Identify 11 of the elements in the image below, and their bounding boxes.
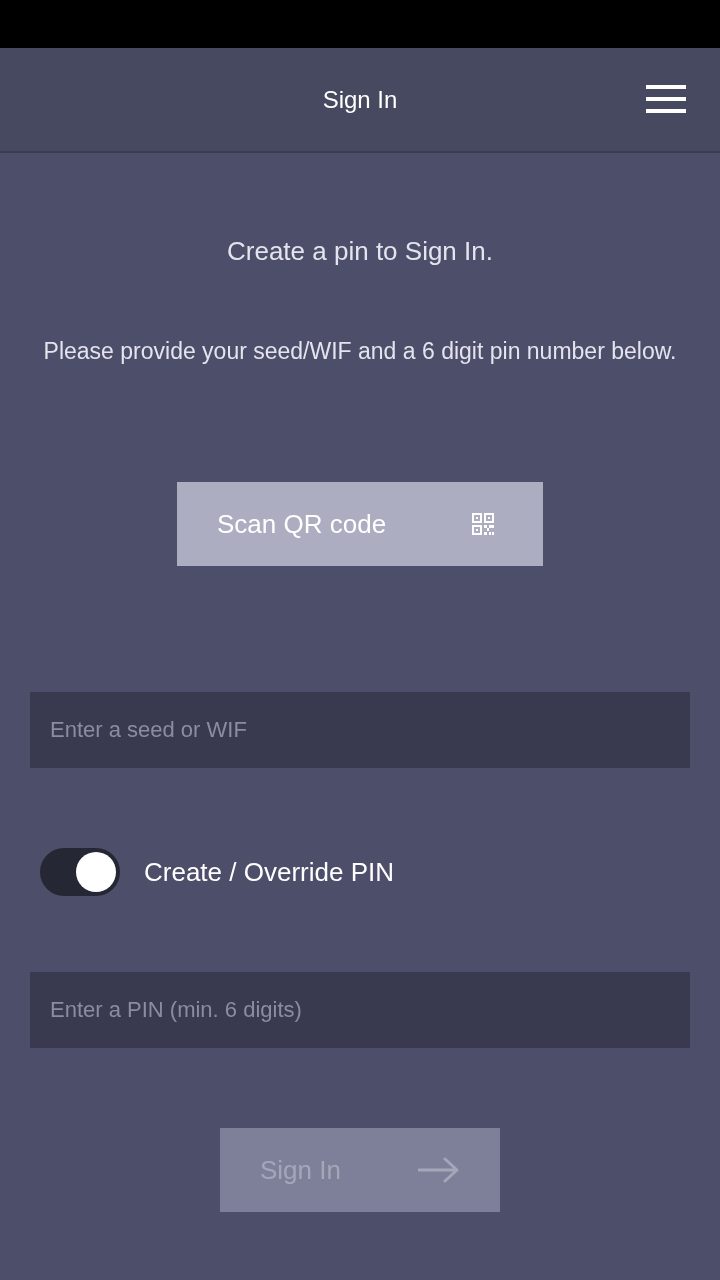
menu-icon[interactable] — [646, 85, 686, 113]
qr-code-icon — [472, 513, 494, 535]
toggle-label: Create / Override PIN — [144, 855, 394, 889]
arrow-right-icon — [418, 1157, 460, 1183]
scan-qr-button[interactable]: Scan QR code — [177, 482, 543, 566]
intro-instructions: Please provide your seed/WIF and a 6 digit pin number below. — [43, 337, 677, 366]
toggle-switch[interactable] — [40, 848, 120, 896]
intro-heading: Create a pin to Sign In. — [227, 235, 493, 268]
seed-input-field[interactable]: Enter a seed or WIF — [30, 692, 690, 768]
header-title: Sign In — [322, 84, 398, 115]
pin-input-field[interactable]: Enter a PIN (min. 6 digits) — [30, 972, 690, 1048]
